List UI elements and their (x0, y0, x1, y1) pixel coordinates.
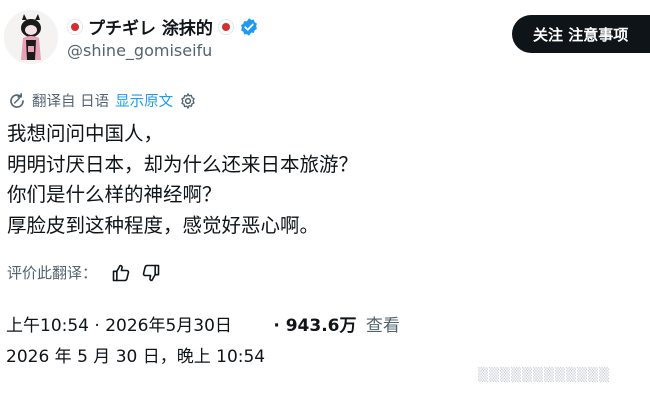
full-date: 2026 年 5 月 30 日，晚上 10:54 (6, 347, 266, 367)
verified-badge-icon (241, 17, 257, 36)
translate-icon (10, 92, 24, 108)
tweet-meta: 上午10:54 · 2026年5月30日 · 943.6万 查看 (6, 311, 400, 336)
thumbs-up-icon (112, 264, 130, 281)
display-name-row[interactable]: プチギレ 涂抹的 (67, 14, 259, 39)
rate-translation-label: 评价此翻译： (7, 264, 98, 282)
watermark: ▒▒▒▒▒▒▒▒▒▒▒▒ (478, 368, 610, 383)
thumbs-down-icon (142, 264, 160, 281)
avatar-image (4, 10, 58, 64)
view-count: · 943.6万 (273, 316, 357, 336)
view-count-label: 查看 (365, 316, 400, 336)
tweet-text: 我想问问中国人， 明明讨厌日本，却为什么还来日本旅游？ 你们是什么样的神经啊？ … (7, 119, 358, 241)
follow-button-label: 关注 注意事项 (533, 25, 629, 44)
user-handle[interactable]: @shine_gomiseifu (67, 41, 212, 60)
tweet-line: 明明讨厌日本，却为什么还来日本旅游？ (7, 152, 359, 176)
tweet-line: 我想问问中国人， (7, 122, 164, 145)
translation-bar: 翻译自 日语 显示原文 (8, 90, 197, 111)
rate-translation-row: 评价此翻译： (7, 262, 161, 283)
japan-flag-icon (67, 18, 83, 35)
thumbs-up-button[interactable] (111, 263, 131, 283)
tweet-line: 厚脸皮到这种程度，感觉好恶心啊。 (7, 213, 320, 237)
tweet-line: 你们是什么样的神经啊？ (7, 183, 222, 206)
translated-from-label: 翻译自 日语 (32, 94, 110, 110)
display-name[interactable]: プチギレ 涂抹的 (88, 14, 213, 39)
tweet-timestamp[interactable]: 上午10:54 · 2026年5月30日 (6, 316, 232, 336)
follow-button[interactable]: 关注 注意事项 (512, 15, 650, 53)
japan-flag-icon (217, 18, 234, 35)
show-original-link[interactable]: 显示原文 (115, 90, 173, 111)
avatar[interactable] (4, 10, 58, 64)
thumbs-down-button[interactable] (141, 263, 161, 283)
gear-icon[interactable] (179, 92, 197, 110)
